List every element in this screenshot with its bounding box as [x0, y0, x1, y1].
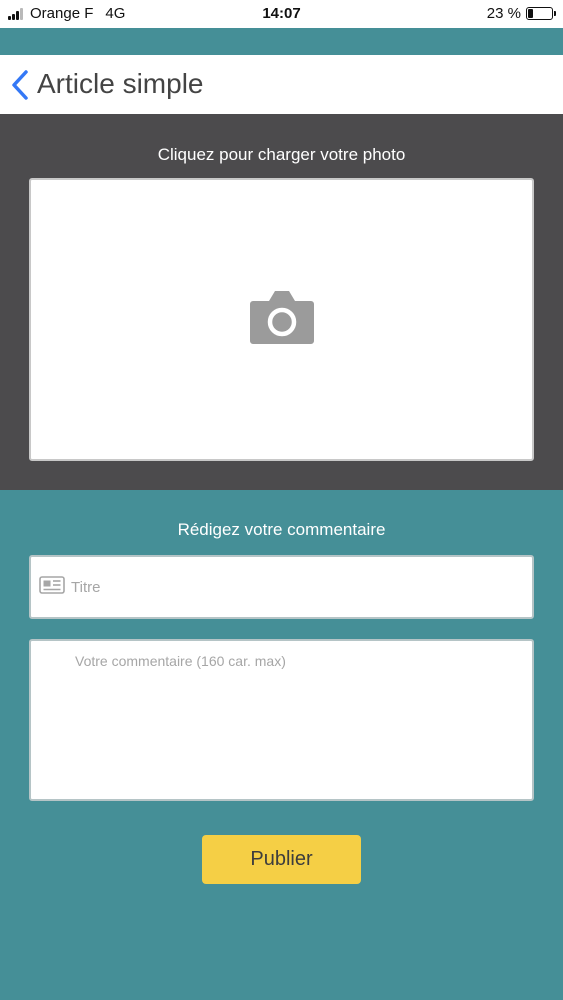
- battery-icon: [526, 7, 556, 20]
- comment-section: Rédigez votre commentaire Publier: [0, 490, 563, 1000]
- camera-icon: [250, 291, 314, 344]
- photo-prompt: Cliquez pour charger votre photo: [157, 145, 406, 164]
- chevron-left-icon: [12, 70, 28, 100]
- battery-percent: 23 %: [486, 5, 521, 22]
- navigation-bar: Article simple: [0, 55, 563, 114]
- battery-fill: [528, 9, 534, 18]
- comment-textarea[interactable]: [29, 639, 534, 801]
- photo-section: Cliquez pour charger votre photo: [0, 114, 563, 490]
- publish-button[interactable]: Publier: [202, 835, 361, 884]
- title-field: [29, 555, 534, 619]
- photo-upload-area[interactable]: [29, 178, 534, 461]
- title-input[interactable]: [71, 567, 521, 607]
- newspaper-icon: [39, 576, 65, 594]
- page-title: Article simple: [37, 68, 204, 99]
- comment-prompt: Rédigez votre commentaire: [177, 520, 386, 539]
- status-bar: Orange F 4G 14:07 23 %: [0, 0, 563, 28]
- back-button[interactable]: [8, 69, 34, 101]
- status-right: 23 %: [486, 5, 556, 22]
- header-strip: [0, 28, 563, 55]
- status-time: 14:07: [262, 5, 301, 22]
